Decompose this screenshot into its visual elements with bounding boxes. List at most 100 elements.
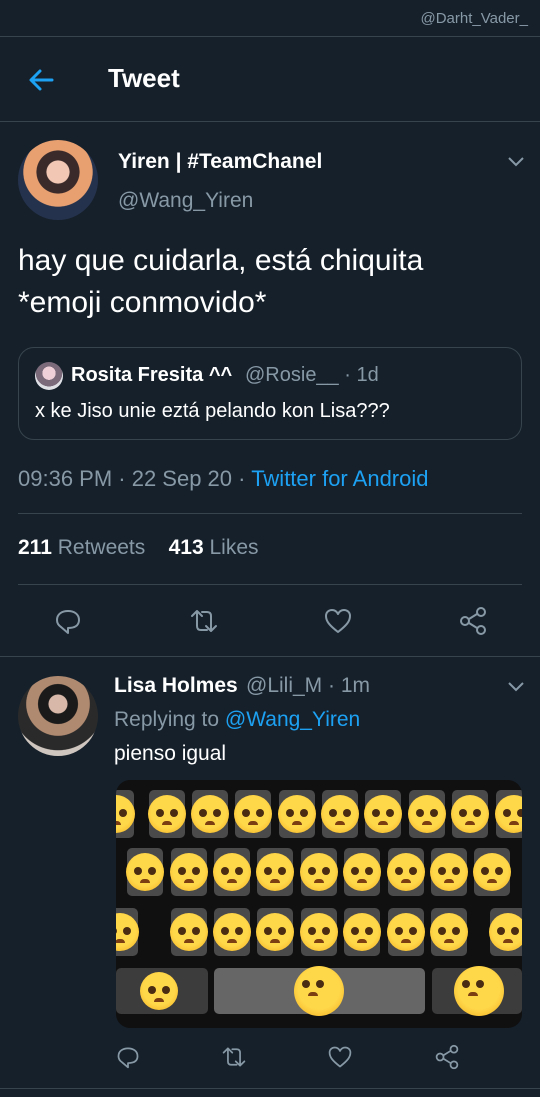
tweet-source-link[interactable]: Twitter for Android xyxy=(251,466,428,491)
tweet-actions xyxy=(0,606,540,646)
keyboard-key xyxy=(213,848,251,896)
keyboard-key xyxy=(256,848,294,896)
pleading-face-icon xyxy=(148,795,186,833)
retweet-icon[interactable] xyxy=(189,606,219,636)
keyboard-key xyxy=(213,908,251,956)
likes-label: Likes xyxy=(203,536,259,559)
keyboard-spacebar xyxy=(214,966,425,1016)
arrow-left-icon[interactable] xyxy=(26,65,56,95)
keyboard-key xyxy=(343,848,381,896)
keyboard-key xyxy=(126,848,164,896)
pleading-face-icon xyxy=(170,913,208,951)
keyboard-row xyxy=(116,848,522,896)
keyboard-key xyxy=(170,908,208,956)
share-icon[interactable] xyxy=(434,1044,460,1070)
pleading-face-icon xyxy=(364,795,402,833)
keyboard-key xyxy=(191,790,229,838)
share-icon[interactable] xyxy=(458,606,488,636)
like-icon[interactable] xyxy=(327,1044,353,1070)
keyboard-key xyxy=(300,908,338,956)
pleading-face-icon xyxy=(191,795,229,833)
watermark: @Darht_Vader_ xyxy=(420,10,528,27)
reply-actions xyxy=(0,1044,540,1084)
app-header: Tweet xyxy=(0,37,540,122)
retweets-count-link[interactable]: 211 Retweets xyxy=(18,536,145,559)
reply-author-avatar[interactable] xyxy=(18,676,98,756)
retweet-icon[interactable] xyxy=(221,1044,247,1070)
pleading-face-icon xyxy=(387,913,425,951)
divider xyxy=(0,1088,540,1089)
replying-to-link[interactable]: @Wang_Yiren xyxy=(225,708,360,731)
reply-icon[interactable] xyxy=(115,1044,141,1070)
tweet-text-line: *emoji conmovido* xyxy=(18,286,267,319)
pleading-face-icon xyxy=(300,853,338,891)
replying-prefix: Replying to xyxy=(114,708,225,731)
pleading-face-icon xyxy=(451,795,489,833)
keyboard-key xyxy=(116,968,208,1014)
like-icon[interactable] xyxy=(323,606,353,636)
pleading-face-icon xyxy=(454,966,504,1016)
keyboard-key xyxy=(495,790,522,838)
pleading-face-icon xyxy=(473,853,511,891)
quoted-author-name: Rosita Fresita ^^ xyxy=(71,364,233,386)
chevron-down-icon[interactable] xyxy=(506,155,526,169)
pleading-face-icon xyxy=(387,853,425,891)
pleading-face-icon xyxy=(234,795,272,833)
keyboard-key xyxy=(430,848,468,896)
keyboard-key xyxy=(451,790,489,838)
author-name[interactable]: Yiren | #TeamChanel xyxy=(118,150,322,174)
keyboard-key xyxy=(387,848,425,896)
keyboard-key xyxy=(321,790,359,838)
retweets-count: 211 xyxy=(18,536,52,559)
pleading-face-icon xyxy=(294,966,344,1016)
page-title: Tweet xyxy=(108,63,180,93)
pleading-face-icon xyxy=(213,853,251,891)
author-handle[interactable]: @Wang_Yiren xyxy=(118,189,253,213)
pleading-face-icon xyxy=(278,795,316,833)
reply-author-handle[interactable]: @Lili_M · 1m xyxy=(246,674,370,698)
keyboard-key xyxy=(148,790,186,838)
pleading-face-icon xyxy=(213,913,251,951)
keyboard-key xyxy=(116,908,139,956)
pleading-face-icon xyxy=(408,795,446,833)
engagement-counts: 211 Retweets 413 Likes xyxy=(18,536,259,560)
keyboard-key xyxy=(300,848,338,896)
pleading-face-icon xyxy=(256,913,294,951)
keyboard-key xyxy=(430,908,468,956)
pleading-face-icon xyxy=(495,795,522,833)
divider xyxy=(0,656,540,657)
keyboard-key xyxy=(432,966,522,1016)
keyboard-key xyxy=(473,848,511,896)
keyboard-key xyxy=(170,848,208,896)
quoted-author-handle: @Rosie__ · 1d xyxy=(245,364,379,386)
reply-media-image[interactable] xyxy=(116,780,522,1028)
tweet-timestamp: 09:36 PM · 22 Sep 20 · xyxy=(18,466,252,491)
pleading-face-icon xyxy=(321,795,359,833)
reply-icon[interactable] xyxy=(53,606,83,636)
keyboard-key xyxy=(234,790,272,838)
pleading-face-icon xyxy=(430,853,468,891)
quoted-tweet[interactable]: Rosita Fresita ^^ @Rosie__ · 1d x ke Jis… xyxy=(18,347,522,440)
reply-text: pienso igual xyxy=(114,742,227,765)
keyboard-key xyxy=(489,908,522,956)
author-avatar[interactable] xyxy=(18,140,98,220)
keyboard-key xyxy=(408,790,446,838)
keyboard-row xyxy=(116,790,522,838)
divider xyxy=(18,513,522,514)
pleading-face-icon xyxy=(300,913,338,951)
keyboard-key xyxy=(116,790,135,838)
quoted-text: x ke Jiso unie eztá pelando kon Lisa??? xyxy=(35,400,390,422)
retweets-label: Retweets xyxy=(51,536,146,559)
chevron-down-icon[interactable] xyxy=(506,680,526,694)
pleading-face-icon xyxy=(489,913,522,951)
pleading-face-icon xyxy=(343,853,381,891)
pleading-face-icon xyxy=(256,853,294,891)
tweet-text: hay que cuidarla, está chiquita *emoji c… xyxy=(18,240,518,324)
keyboard-key xyxy=(364,790,402,838)
pleading-face-icon xyxy=(430,913,468,951)
reply-author-name[interactable]: Lisa Holmes xyxy=(114,674,238,698)
divider xyxy=(18,584,522,585)
likes-count-link[interactable]: 413 Likes xyxy=(169,536,259,559)
keyboard-key xyxy=(387,908,425,956)
keyboard-key xyxy=(256,908,294,956)
